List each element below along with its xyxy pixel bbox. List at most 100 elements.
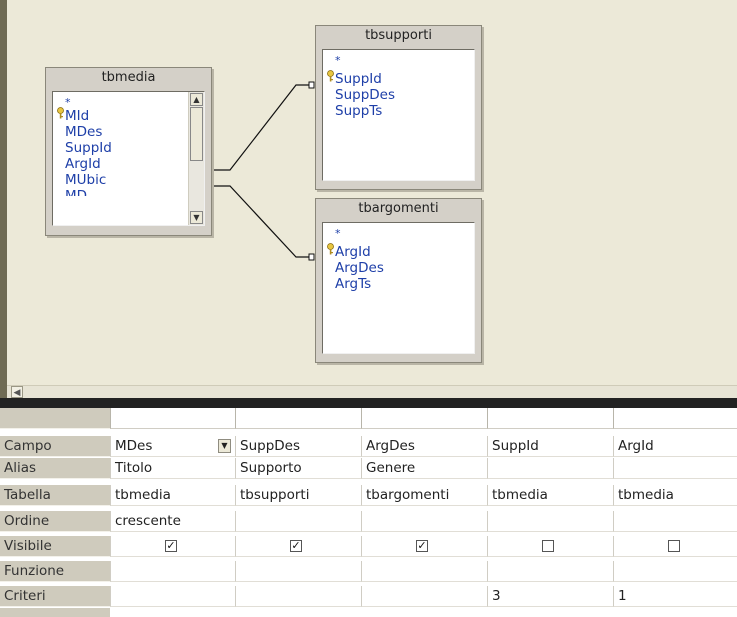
grid-row-funzione: Funzione (0, 561, 737, 582)
grid-cell[interactable]: tbmedia (613, 485, 737, 506)
key-icon (327, 70, 334, 82)
column-selector[interactable] (110, 408, 235, 429)
grid-cell[interactable]: SuppId (487, 436, 613, 457)
row-label: Funzione (0, 561, 110, 582)
column-selector[interactable] (361, 408, 487, 429)
visible-checkbox[interactable]: ✓ (165, 540, 177, 552)
cell-value: MDes (115, 438, 153, 454)
grid-cell (487, 536, 613, 557)
visible-checkbox[interactable] (668, 540, 680, 552)
chevron-down-icon[interactable]: ▼ (218, 439, 231, 453)
grid-cell[interactable]: SuppDes (235, 436, 361, 457)
field-list: * MId MDes SuppId ArgId MUbic MD... ▲ ▼ (52, 91, 205, 226)
grid-cell[interactable] (235, 511, 361, 532)
grid-cell[interactable] (110, 561, 235, 582)
row-label: Campo (0, 436, 110, 457)
field-item[interactable]: * (335, 226, 341, 242)
grid-cell[interactable] (487, 458, 613, 479)
key-icon (327, 243, 334, 255)
grid-cell[interactable] (361, 511, 487, 532)
grid-row-tabella: Tabella tbmedia tbsupporti tbargomenti t… (0, 485, 737, 506)
column-selector[interactable] (235, 408, 361, 429)
field-item[interactable]: MD... (65, 188, 100, 196)
grid-cell[interactable]: tbmedia (487, 485, 613, 506)
grid-cell[interactable] (361, 586, 487, 607)
grid-cell[interactable] (487, 511, 613, 532)
grid-row-visibile: Visibile ✓ ✓ ✓ (0, 536, 737, 557)
row-label: Alias (0, 458, 110, 479)
column-selector[interactable] (613, 408, 737, 429)
row-label: Ordine (0, 511, 110, 532)
field-item[interactable]: MDes (65, 124, 102, 140)
field-item[interactable]: ArgDes (335, 260, 384, 276)
grid-cell: ✓ (361, 536, 487, 557)
field-list: * SuppId SuppDes SuppTs (322, 49, 475, 181)
scroll-thumb[interactable] (190, 107, 203, 161)
grid-corner (0, 408, 110, 429)
field-item[interactable]: ArgId (335, 244, 371, 260)
grid-cell[interactable]: tbmedia (110, 485, 235, 506)
grid-cell[interactable]: MDes ▼ (110, 436, 235, 457)
grid-cell[interactable] (487, 561, 613, 582)
field-item[interactable]: ArgTs (335, 276, 371, 292)
key-icon (57, 107, 64, 119)
grid-row-criteri: Criteri 3 1 (0, 586, 737, 607)
grid-row-campo: Campo MDes ▼ SuppDes ArgDes SuppId ArgId (0, 436, 737, 457)
table-tbsupporti[interactable]: tbsupporti * SuppId SuppDes SuppTs (315, 25, 482, 190)
grid-cell[interactable]: tbsupporti (235, 485, 361, 506)
query-design-area: tbmedia * MId MDes SuppId ArgId MUbic MD… (0, 0, 737, 398)
visible-checkbox[interactable]: ✓ (416, 540, 428, 552)
grid-cell[interactable] (613, 458, 737, 479)
grid-cell: ✓ (110, 536, 235, 557)
grid-cell[interactable]: ArgDes (361, 436, 487, 457)
field-item[interactable]: SuppId (335, 71, 382, 87)
table-title: tbargomenti (358, 201, 439, 216)
row-label: Tabella (0, 485, 110, 506)
field-item[interactable]: SuppDes (335, 87, 395, 103)
grid-cell[interactable]: Titolo (110, 458, 235, 479)
row-label-filler (0, 608, 110, 617)
visible-checkbox[interactable]: ✓ (290, 540, 302, 552)
field-list-scrollbar[interactable]: ▲ ▼ (188, 92, 204, 225)
field-item[interactable]: ArgId (65, 156, 101, 172)
row-label: Criteri (0, 586, 110, 607)
table-title: tbsupporti (365, 28, 432, 43)
horizontal-scrollbar[interactable]: ◀ (7, 385, 737, 399)
table-tbmedia[interactable]: tbmedia * MId MDes SuppId ArgId MUbic MD… (45, 67, 212, 236)
field-list: * ArgId ArgDes ArgTs (322, 222, 475, 354)
visible-checkbox[interactable] (542, 540, 554, 552)
grid-cell[interactable] (613, 561, 737, 582)
join-line-supp (206, 84, 310, 171)
grid-row-alias: Alias Titolo Supporto Genere (0, 458, 737, 479)
grid-cell[interactable] (361, 561, 487, 582)
grid-cell[interactable]: tbargomenti (361, 485, 487, 506)
grid-row-ordine: Ordine crescente (0, 511, 737, 532)
grid-cell[interactable]: Supporto (235, 458, 361, 479)
grid-cell[interactable] (613, 511, 737, 532)
join-line-arg (206, 185, 310, 258)
column-selector[interactable] (487, 408, 613, 429)
grid-cell[interactable]: 3 (487, 586, 613, 607)
row-label: Visibile (0, 536, 110, 557)
grid-cell[interactable] (110, 586, 235, 607)
grid-cell: ✓ (235, 536, 361, 557)
field-item[interactable]: MId (65, 108, 89, 124)
field-item[interactable]: SuppTs (335, 103, 382, 119)
field-item[interactable]: SuppId (65, 140, 112, 156)
field-item[interactable]: MUbic (65, 172, 106, 188)
grid-cell[interactable] (235, 561, 361, 582)
grid-cell[interactable]: ArgId (613, 436, 737, 457)
grid-cell[interactable] (235, 586, 361, 607)
arrow-left-icon[interactable]: ◀ (11, 386, 23, 398)
grid-cell (613, 536, 737, 557)
pane-divider[interactable] (0, 398, 737, 408)
grid-cell[interactable]: 1 (613, 586, 737, 607)
arrow-up-icon[interactable]: ▲ (190, 93, 203, 106)
arrow-down-icon[interactable]: ▼ (190, 211, 203, 224)
table-tbargomenti[interactable]: tbargomenti * ArgId ArgDes ArgTs (315, 198, 482, 363)
field-item[interactable]: * (335, 53, 341, 69)
grid-cell[interactable]: Genere (361, 458, 487, 479)
table-title: tbmedia (101, 70, 156, 85)
grid-cell[interactable]: crescente (110, 511, 235, 532)
query-grid: Campo MDes ▼ SuppDes ArgDes SuppId ArgId … (0, 408, 737, 617)
